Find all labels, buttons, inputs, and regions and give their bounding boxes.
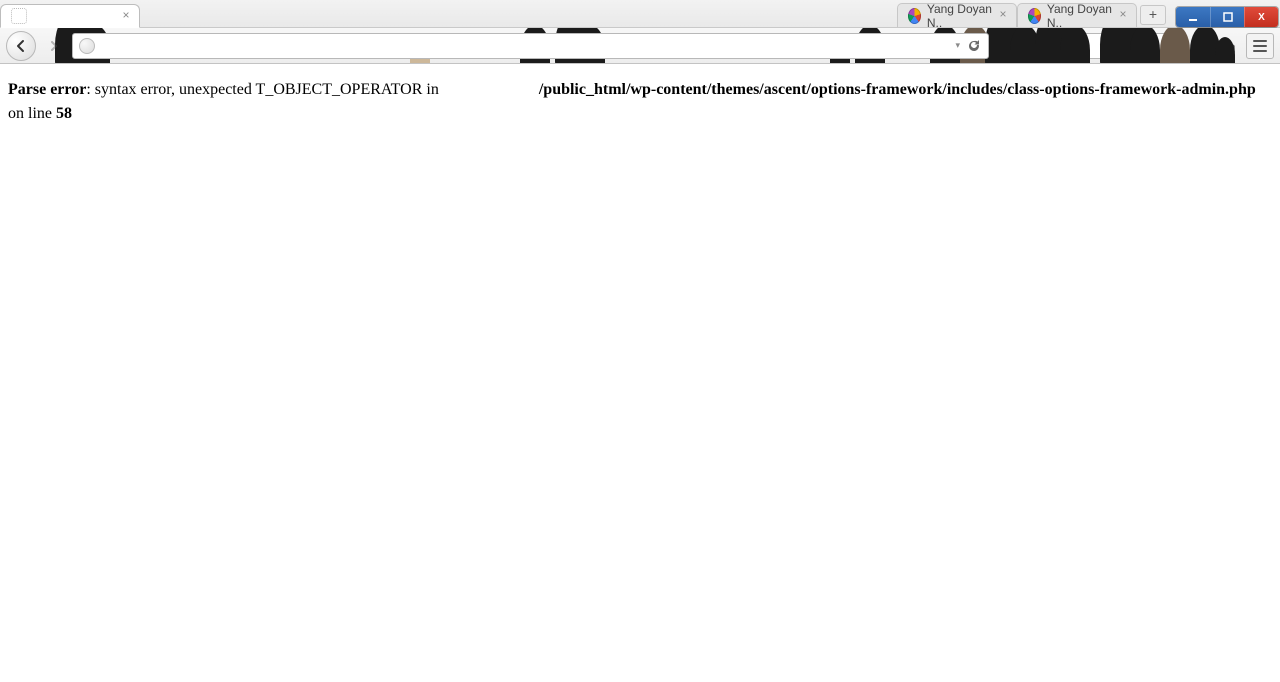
tab-active[interactable]: × [0, 4, 140, 28]
google-chip-icon[interactable]: g [1002, 38, 1009, 54]
hamburger-bar-icon [1253, 45, 1267, 47]
right-tabs: Yang Doyan N.. × Yang Doyan N.. × + [897, 0, 1172, 27]
error-msg-1: : syntax error, unexpected T_OBJECT_OPER… [86, 81, 443, 98]
page-content: Parse error: syntax error, unexpected T_… [0, 64, 1280, 140]
picasa-icon [908, 8, 921, 24]
back-button[interactable] [6, 31, 36, 61]
window-maximize-button[interactable] [1210, 7, 1244, 27]
window-minimize-button[interactable] [1176, 7, 1210, 27]
close-tab-icon[interactable]: × [1116, 8, 1130, 22]
search-input[interactable] [1026, 38, 1187, 54]
hamburger-bar-icon [1253, 50, 1267, 52]
picasa-icon [1028, 8, 1041, 24]
url-bar[interactable]: ▾ [72, 33, 989, 59]
favicon-blank-icon [11, 8, 27, 24]
close-tab-icon[interactable]: × [996, 8, 1010, 22]
error-path: /public_html/wp-content/themes/ascent/op… [539, 81, 1256, 98]
url-input[interactable] [101, 37, 955, 54]
error-msg-2: on line [8, 105, 56, 122]
search-box[interactable]: g ▾ [995, 33, 1180, 59]
site-identity-icon[interactable] [79, 38, 95, 54]
forward-button[interactable] [42, 34, 66, 58]
app-menu-button[interactable] [1246, 33, 1274, 59]
home-button[interactable] [1216, 34, 1240, 58]
toolbar: ▾ g ▾ [0, 28, 1280, 64]
search-engine-dropdown-icon[interactable]: ▾ [1015, 40, 1020, 51]
url-right-controls: ▾ [955, 38, 982, 54]
tab-bg-1[interactable]: Yang Doyan N.. × [897, 3, 1017, 27]
left-tabs: × [0, 0, 140, 27]
error-label: Parse error [8, 81, 86, 98]
window-controls: X [1176, 7, 1278, 27]
tab-bg-2-title: Yang Doyan N.. [1047, 2, 1114, 30]
error-line: 58 [56, 105, 72, 122]
tab-strip: × Yang Doyan N.. × Yang Doyan N.. × + X [0, 0, 1280, 28]
downloads-button[interactable] [1186, 34, 1210, 58]
reload-button[interactable] [966, 38, 982, 54]
tab-bg-1-title: Yang Doyan N.. [927, 2, 994, 30]
new-tab-button[interactable]: + [1140, 5, 1166, 25]
close-tab-icon[interactable]: × [119, 9, 133, 23]
history-dropdown-icon[interactable]: ▾ [955, 40, 960, 51]
tab-bg-2[interactable]: Yang Doyan N.. × [1017, 3, 1137, 27]
window-close-button[interactable]: X [1244, 7, 1278, 27]
hamburger-bar-icon [1253, 40, 1267, 42]
